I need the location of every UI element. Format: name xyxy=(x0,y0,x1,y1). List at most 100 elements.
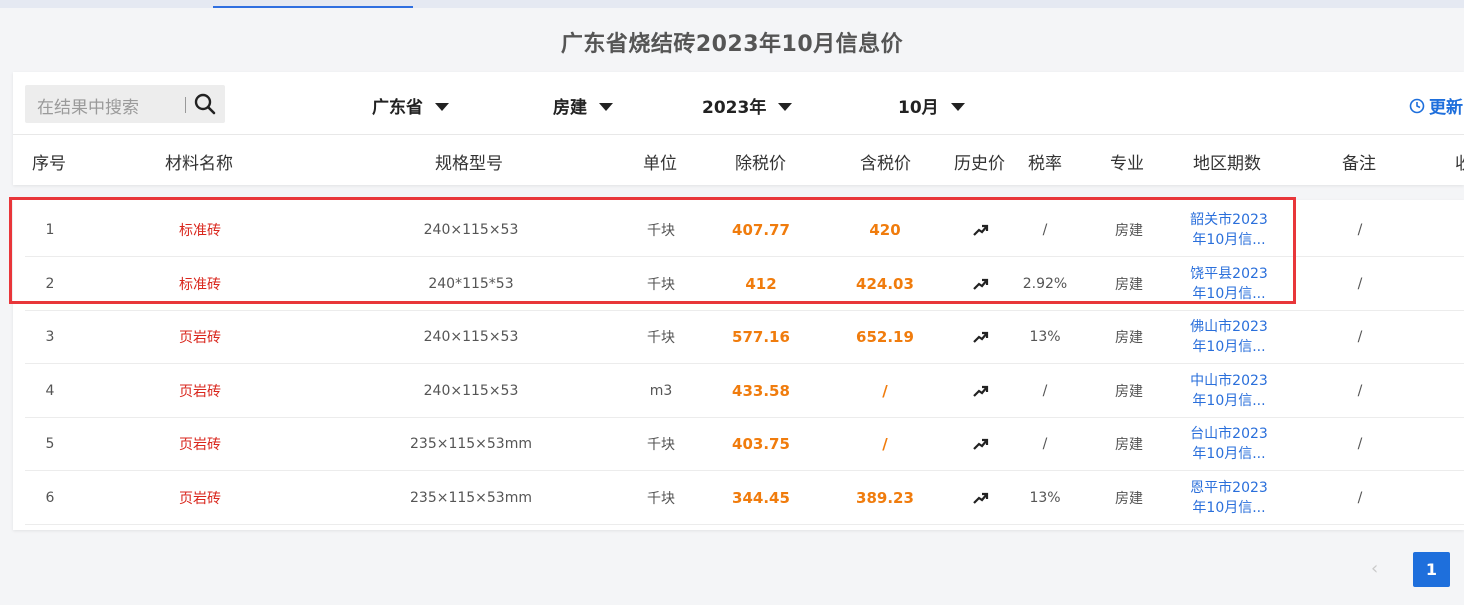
search-icon[interactable] xyxy=(193,92,217,116)
trend-up-icon xyxy=(973,492,989,504)
region-line-2: 年10月信... xyxy=(1192,499,1266,516)
pagination-prev-button[interactable]: ‹ xyxy=(1371,558,1378,579)
cell-unit: 千块 xyxy=(647,436,675,453)
update-button[interactable]: 更新 xyxy=(1409,93,1463,118)
history-trend-button[interactable] xyxy=(956,310,1006,363)
cell-note: / xyxy=(1357,275,1363,292)
region-line-1: 佛山市2023 xyxy=(1190,318,1268,335)
cell-name[interactable]: 页岩砖 xyxy=(150,471,250,524)
cell-major: 房建 xyxy=(1115,490,1143,507)
cell-name[interactable]: 页岩砖 xyxy=(150,364,250,417)
cell-note: / xyxy=(1357,221,1363,238)
cell-note: / xyxy=(1357,328,1363,345)
table-row[interactable]: 3 页岩砖 240×115×53 千块 577.16 652.19 13% 房建… xyxy=(25,310,1464,364)
cell-major: 房建 xyxy=(1115,383,1143,400)
header-divider xyxy=(13,134,1464,135)
update-label: 更新 xyxy=(1429,98,1463,118)
col-header-history: 历史价 xyxy=(954,154,1005,174)
col-header-tax: 税率 xyxy=(1028,154,1062,174)
cell-no: 4 xyxy=(45,382,55,399)
top-tab-strip xyxy=(0,0,1464,8)
col-header-note: 备注 xyxy=(1342,154,1376,174)
cell-unit: m3 xyxy=(649,382,673,399)
search-input[interactable]: 在结果中搜索 xyxy=(37,93,139,118)
month-select[interactable]: 10月 xyxy=(898,93,965,118)
history-trend-button[interactable] xyxy=(956,417,1006,470)
cell-price-in: / xyxy=(882,434,888,453)
search-box[interactable]: 在结果中搜索 xyxy=(25,85,225,123)
highlight-box xyxy=(9,197,1296,304)
table-row[interactable]: 4 页岩砖 240×115×53 m3 433.58 / / 房建 中山市202… xyxy=(25,364,1464,418)
year-select[interactable]: 2023年 xyxy=(702,93,793,118)
cell-tax: 13% xyxy=(1029,328,1061,345)
cell-price-ex: 403.75 xyxy=(732,434,790,453)
col-header-price-in: 含税价 xyxy=(860,154,911,174)
cell-spec: 240×115×53 xyxy=(423,328,519,345)
cell-unit: 千块 xyxy=(647,490,675,507)
filter-header-panel: 在结果中搜索 广东省 房建 2023年 10月 更新 序号 材料名称 规格型号 … xyxy=(13,72,1464,185)
cell-tax: 13% xyxy=(1029,489,1061,506)
cell-price-ex: 344.45 xyxy=(732,488,790,507)
cell-tax: / xyxy=(1042,435,1048,452)
cell-major: 房建 xyxy=(1115,436,1143,453)
cell-region-link[interactable]: 中山市2023 年10月信... xyxy=(1174,364,1284,417)
cell-note: / xyxy=(1357,382,1363,399)
page-title: 广东省烧结砖2023年10月信息价 xyxy=(560,32,904,57)
month-value: 10月 xyxy=(898,98,939,118)
col-header-unit: 单位 xyxy=(643,154,677,174)
cell-tax: / xyxy=(1042,382,1048,399)
col-header-region: 地区期数 xyxy=(1193,154,1261,174)
caret-down-icon xyxy=(950,102,965,111)
cell-region-link[interactable]: 恩平市2023 年10月信... xyxy=(1174,471,1284,524)
col-header-major: 专业 xyxy=(1110,154,1144,174)
trend-up-icon xyxy=(973,438,989,450)
province-select[interactable]: 广东省 xyxy=(372,93,449,118)
history-trend-button[interactable] xyxy=(956,364,1006,417)
cell-price-ex: 433.58 xyxy=(732,381,790,400)
trend-up-icon xyxy=(973,385,989,397)
region-line-1: 恩平市2023 xyxy=(1190,479,1268,496)
cell-price-in: 389.23 xyxy=(856,488,914,507)
history-trend-button[interactable] xyxy=(956,471,1006,524)
region-line-2: 年10月信... xyxy=(1192,338,1266,355)
cell-name[interactable]: 页岩砖 xyxy=(150,310,250,363)
cell-spec: 240×115×53 xyxy=(423,382,519,399)
col-header-spec: 规格型号 xyxy=(435,154,503,174)
trend-up-icon xyxy=(973,331,989,343)
cell-no: 3 xyxy=(45,328,55,345)
cell-spec: 235×115×53mm xyxy=(410,435,532,452)
year-value: 2023年 xyxy=(702,98,767,118)
province-value: 广东省 xyxy=(372,98,423,118)
caret-down-icon xyxy=(599,102,613,111)
search-divider xyxy=(185,97,186,113)
col-header-collect: 收 xyxy=(1455,154,1464,174)
cell-price-ex: 577.16 xyxy=(732,327,790,346)
cell-note: / xyxy=(1357,435,1363,452)
region-line-2: 年10月信... xyxy=(1192,392,1266,409)
cell-region-link[interactable]: 佛山市2023 年10月信... xyxy=(1174,310,1284,363)
category-value: 房建 xyxy=(553,98,587,118)
cell-price-in: 652.19 xyxy=(856,327,914,346)
cell-name[interactable]: 页岩砖 xyxy=(150,417,250,470)
col-header-price-ex: 除税价 xyxy=(735,154,786,174)
caret-down-icon xyxy=(435,102,449,111)
cell-region-link[interactable]: 台山市2023 年10月信... xyxy=(1174,417,1284,470)
cell-unit: 千块 xyxy=(647,329,675,346)
cell-no: 5 xyxy=(45,435,55,452)
region-line-2: 年10月信... xyxy=(1192,445,1266,462)
pagination-current-page[interactable]: 1 xyxy=(1413,552,1450,587)
category-select[interactable]: 房建 xyxy=(553,93,613,118)
cell-spec: 235×115×53mm xyxy=(410,489,532,506)
clock-icon xyxy=(1409,98,1425,113)
cell-no: 6 xyxy=(45,489,55,506)
table-row[interactable]: 5 页岩砖 235×115×53mm 千块 403.75 / / 房建 台山市2… xyxy=(25,417,1464,471)
col-header-name: 材料名称 xyxy=(165,154,233,174)
region-line-1: 台山市2023 xyxy=(1190,425,1268,442)
active-tab-indicator xyxy=(213,6,413,8)
caret-down-icon xyxy=(778,102,793,111)
cell-major: 房建 xyxy=(1115,329,1143,346)
region-line-1: 中山市2023 xyxy=(1190,372,1268,389)
col-header-no: 序号 xyxy=(32,154,66,174)
cell-price-in: / xyxy=(882,381,888,400)
table-row[interactable]: 6 页岩砖 235×115×53mm 千块 344.45 389.23 13% … xyxy=(25,471,1464,525)
